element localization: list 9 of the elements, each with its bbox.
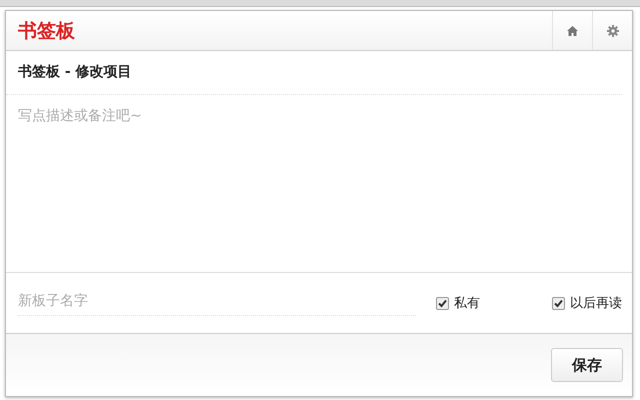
description-field[interactable]: 写点描述或备注吧~ — [6, 95, 632, 273]
checkbox-label: 以后再读 — [570, 295, 622, 312]
checkbox[interactable] — [436, 296, 449, 310]
checkbox[interactable] — [552, 296, 565, 310]
home-icon — [567, 26, 578, 36]
settings-icon — [606, 24, 618, 36]
app-title: 书签板 — [17, 18, 75, 44]
checkbox-label: 私有 — [454, 295, 480, 312]
save-button[interactable]: 保存 — [551, 348, 623, 382]
